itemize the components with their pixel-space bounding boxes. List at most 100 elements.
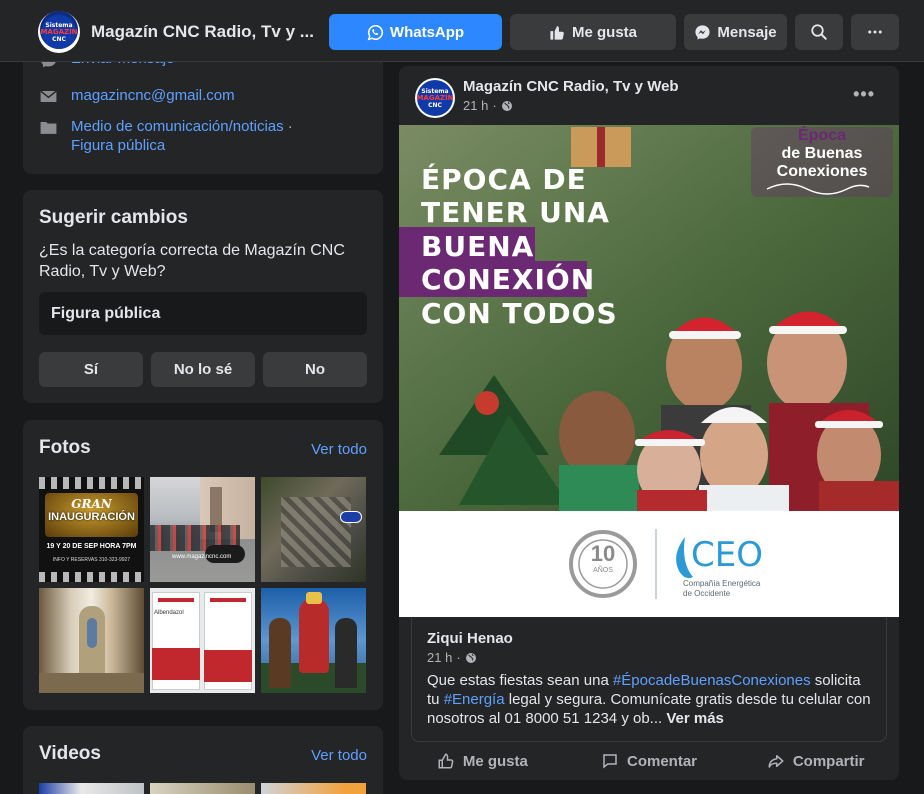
avatar-logo: Sistema MAGAZÍN CNC (416, 80, 454, 116)
share-icon (768, 755, 784, 768)
anniversary-badge-number: 10 (590, 541, 616, 566)
ceo-logo-subtitle: de Occidente (683, 589, 731, 598)
message-button[interactable]: Mensaje (684, 14, 787, 50)
whatsapp-button-label: WhatsApp (389, 23, 465, 41)
message-button-label: Mensaje (717, 23, 777, 41)
hashtag-link[interactable]: #ÉpocadeBuenasConexiones (613, 672, 811, 689)
videos-see-all-link[interactable]: Ver todo (311, 747, 367, 764)
suggest-changes-card: Sugerir cambios ¿Es la categoría correct… (23, 190, 383, 403)
feed-post: Sistema MAGAZÍN CNC Magazín CNC Radio, T… (399, 66, 899, 780)
ceo-logo-subtitle: Compañía Energética (683, 579, 761, 588)
banner-headline-line: CON TODOS (421, 297, 618, 330)
email-link[interactable]: magazincnc@gmail.com (71, 86, 235, 105)
category-link-public-figure[interactable]: Figura pública (71, 137, 165, 154)
medicine-label: Albendazol (154, 610, 184, 616)
comment-label: Comentar (627, 752, 698, 770)
like-button-label: Me gusta (571, 23, 637, 41)
video-thumbnail[interactable] (261, 783, 366, 794)
comment-icon (603, 754, 617, 769)
post-page-name[interactable]: Magazín CNC Radio, Tv y Web (463, 78, 679, 95)
photo-medicine-boxes[interactable]: Albendazol (150, 588, 255, 693)
like-post-button[interactable]: Me gusta (399, 746, 566, 776)
post-timestamp[interactable]: 21 h · (463, 98, 513, 113)
photo-street-crowd[interactable]: www.magazincnc.com (150, 477, 255, 582)
page-title[interactable]: Magazín CNC Radio, Tv y ... (91, 22, 314, 42)
avatar-text: MAGAZÍN (416, 93, 454, 102)
comment-button[interactable]: Comentar (566, 746, 733, 776)
videos-title: Videos (39, 743, 101, 764)
no-button[interactable]: No (263, 352, 367, 387)
share-button[interactable]: Compartir (732, 746, 899, 776)
post-time-separator: · (492, 98, 497, 113)
video-thumbnail[interactable] (150, 783, 255, 794)
avatar-text: CNC (428, 101, 442, 109)
banner-headline-line: TENER UNA (421, 196, 610, 229)
flyer-text: GRAN (71, 497, 112, 511)
watermark-text: www.magazincnc.com (172, 554, 232, 560)
shared-time-separator: · (456, 650, 461, 665)
videos-card: Videos Ver todo (23, 726, 383, 794)
category-separator: · (283, 118, 293, 135)
flyer-text: INFO Y RESERVAS 310-323-9927 (52, 557, 131, 563)
post-page-avatar[interactable]: Sistema MAGAZÍN CNC (415, 78, 455, 118)
avatar-text: CNC (52, 35, 66, 43)
banner-headline-line: CONEXIÓN (421, 263, 596, 296)
dont-know-button[interactable]: No lo sé (151, 352, 255, 387)
yes-button[interactable]: Sí (39, 352, 143, 387)
envelope-icon (40, 90, 57, 103)
video-thumbnail[interactable] (39, 783, 144, 794)
photo-landslide[interactable] (261, 477, 366, 582)
whatsapp-button[interactable]: WhatsApp (329, 14, 502, 50)
photos-title: Fotos (39, 437, 91, 458)
photo-religious-painting[interactable] (261, 588, 366, 693)
shared-post-box[interactable]: Ziqui Henao 21 h · Que estas fiestas sea… (411, 617, 887, 742)
more-options-button[interactable] (851, 14, 899, 50)
like-post-label: Me gusta (462, 752, 528, 770)
flyer-text: 19 Y 20 DE SEP HORA 7PM (46, 543, 137, 550)
search-button[interactable] (795, 14, 843, 50)
search-icon (811, 24, 827, 40)
post-banner-image[interactable]: ÉPOCA DE TENER UNA BUENA CONEXIÓN CON TO… (399, 125, 899, 617)
shared-author-name[interactable]: Ziqui Henao (427, 630, 513, 647)
post-actions-bar: Me gusta Comentar Compartir (399, 746, 899, 776)
page-header-bar: Sistema MAGAZÍN CNC Magazín CNC Radio, T… (0, 0, 924, 62)
anniversary-badge-word: AÑOS (593, 567, 613, 574)
messenger-icon (695, 24, 710, 40)
share-label: Compartir (792, 752, 865, 770)
banner-tag-line: Conexiones (776, 163, 868, 180)
banner-tag-line: Época (797, 127, 846, 144)
photos-card: Fotos Ver todo GRAN INAUGURACIÓN 19 Y 20… (23, 420, 383, 710)
suggest-changes-title: Sugerir cambios (39, 207, 188, 228)
hashtag-link[interactable]: #Energía (444, 691, 505, 708)
whatsapp-icon (367, 24, 383, 40)
like-page-button[interactable]: Me gusta (510, 14, 676, 50)
globe-icon (501, 100, 512, 111)
suggested-category-box: Figura pública (39, 292, 367, 335)
thumbs-up-outline-icon (438, 753, 454, 769)
photo-inauguration-flyer[interactable]: GRAN INAUGURACIÓN 19 Y 20 DE SEP HORA 7P… (39, 477, 144, 582)
category-folder-icon (40, 121, 57, 134)
shared-post-text: Que estas fiestas sean una #ÉpocadeBuena… (427, 671, 877, 728)
post-text-segment: Que estas fiestas sean una (427, 672, 613, 689)
banner-tag-line: de Buenas (781, 145, 863, 162)
photo-church-altar[interactable] (39, 588, 144, 693)
banner-headline-line: ÉPOCA DE (421, 163, 587, 196)
category-row: Medio de comunicación/noticias · Figura … (39, 117, 339, 155)
thumbs-up-icon (550, 25, 564, 40)
avatar-text: MAGAZÍN (40, 27, 78, 36)
suggest-question: ¿Es la categoría correcta de Magazín CNC… (39, 242, 345, 280)
email-row[interactable]: magazincnc@gmail.com (39, 86, 235, 106)
shared-timestamp[interactable]: 21 h · (427, 650, 477, 665)
flyer-text: INAUGURACIÓN (48, 511, 135, 523)
page-avatar[interactable]: Sistema MAGAZÍN CNC (38, 11, 80, 53)
globe-icon (465, 652, 476, 663)
see-more-link[interactable]: Ver más (666, 710, 724, 727)
shared-time-text: 21 h (427, 650, 453, 665)
post-more-icon[interactable]: ••• (853, 84, 875, 105)
category-link-media[interactable]: Medio de comunicación/noticias (71, 118, 284, 135)
avatar-logo: Sistema MAGAZÍN CNC (40, 15, 78, 49)
banner-headline-line: BUENA (421, 230, 535, 263)
more-horizontal-icon (868, 30, 882, 34)
photos-see-all-link[interactable]: Ver todo (311, 441, 367, 458)
post-time-text: 21 h (463, 98, 489, 113)
